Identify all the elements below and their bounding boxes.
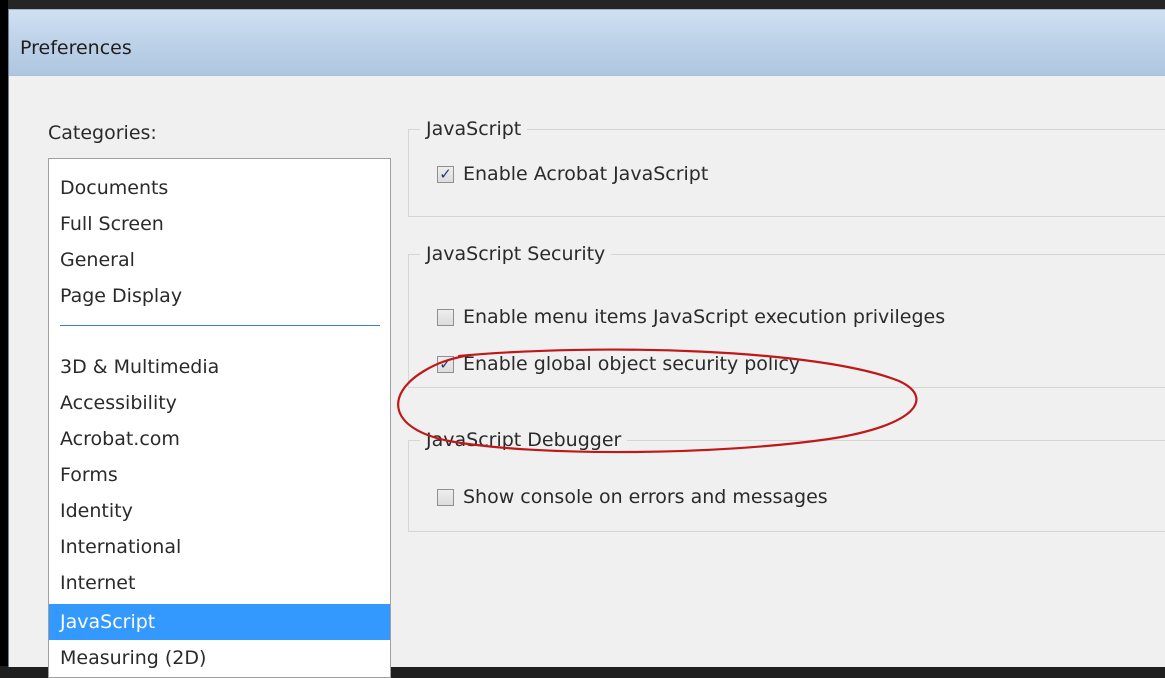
top-frame	[0, 0, 1165, 9]
category-item-full-screen[interactable]: Full Screen	[49, 209, 390, 239]
enable-menu-items-js-privileges-checkbox[interactable]	[437, 308, 454, 326]
category-item-documents[interactable]: Documents	[49, 173, 390, 203]
category-item-identity[interactable]: Identity	[49, 496, 390, 526]
show-console-option[interactable]: Show console on errors and messages	[437, 484, 828, 510]
checkmark-icon: ✓	[439, 164, 452, 183]
category-item-3d-multimedia[interactable]: 3D & Multimedia	[49, 352, 390, 382]
category-separator	[60, 325, 380, 326]
category-item-internet[interactable]: Internet	[49, 568, 390, 598]
show-console-label: Show console on errors and messages	[463, 486, 828, 508]
checkmark-icon: ✓	[439, 354, 452, 373]
category-item-international[interactable]: International	[49, 532, 390, 562]
category-item-accessibility[interactable]: Accessibility	[49, 388, 390, 418]
enable-acrobat-javascript-label: Enable Acrobat JavaScript	[463, 163, 709, 185]
javascript-group: JavaScript ✓ Enable Acrobat JavaScript	[408, 115, 1165, 217]
preferences-window: Preferences Categories: Documents Full S…	[8, 9, 1165, 678]
enable-global-object-security-label: Enable global object security policy	[463, 353, 801, 375]
preferences-content: Categories: Documents Full Screen Genera…	[9, 76, 1165, 678]
enable-acrobat-javascript-checkbox[interactable]: ✓	[437, 164, 454, 183]
category-item-javascript[interactable]: JavaScript	[49, 604, 390, 640]
categories-list[interactable]: Documents Full Screen General Page Displ…	[48, 158, 391, 678]
javascript-debugger-group-title: JavaScript Debugger	[420, 426, 628, 454]
enable-acrobat-javascript-option[interactable]: ✓ Enable Acrobat JavaScript	[437, 161, 708, 187]
categories-label: Categories:	[48, 122, 157, 144]
enable-global-object-security-checkbox[interactable]: ✓	[437, 354, 454, 373]
left-frame	[0, 0, 8, 666]
show-console-checkbox[interactable]	[437, 488, 454, 506]
category-item-general[interactable]: General	[49, 245, 390, 275]
enable-menu-items-js-privileges-label: Enable menu items JavaScript execution p…	[463, 306, 946, 328]
javascript-group-title: JavaScript	[420, 115, 528, 143]
category-item-acrobat-com[interactable]: Acrobat.com	[49, 424, 390, 454]
javascript-security-group: JavaScript Security Enable menu items Ja…	[408, 240, 1165, 388]
javascript-security-group-title: JavaScript Security	[420, 240, 612, 268]
javascript-debugger-group: JavaScript Debugger Show console on erro…	[408, 426, 1165, 532]
category-item-page-display[interactable]: Page Display	[49, 281, 390, 311]
enable-menu-items-js-privileges-option[interactable]: Enable menu items JavaScript execution p…	[437, 304, 945, 330]
category-item-measuring-2d[interactable]: Measuring (2D)	[49, 643, 390, 673]
category-item-forms[interactable]: Forms	[49, 460, 390, 490]
enable-global-object-security-option[interactable]: ✓ Enable global object security policy	[437, 351, 800, 377]
title-bar[interactable]: Preferences	[9, 10, 1165, 76]
window-title: Preferences	[20, 37, 132, 59]
